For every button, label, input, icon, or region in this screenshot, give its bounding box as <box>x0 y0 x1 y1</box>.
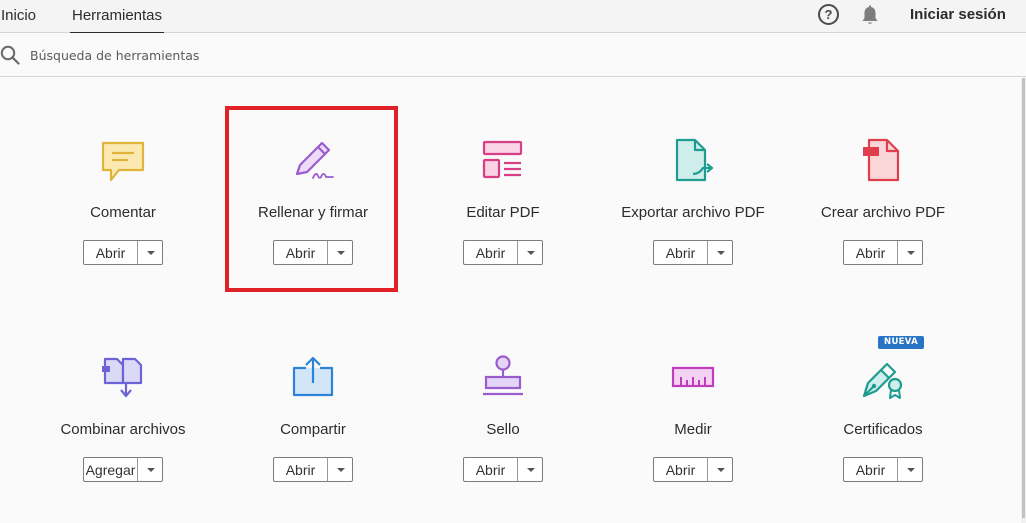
open-button[interactable]: Abrir <box>844 241 898 264</box>
tab-home[interactable]: Inicio <box>1 7 36 24</box>
new-badge: NUEVA <box>878 336 924 349</box>
open-button[interactable]: Abrir <box>464 241 518 264</box>
tool-action-split-button: Abrir <box>463 457 543 482</box>
open-button[interactable]: Abrir <box>274 458 328 481</box>
tool-card-comment: Comentar Abrir <box>28 138 218 298</box>
open-button[interactable]: Abrir <box>464 458 518 481</box>
chevron-down-icon[interactable] <box>898 241 922 264</box>
tool-card-edit-pdf: Editar PDF Abrir <box>408 138 598 298</box>
measure-icon <box>671 355 715 399</box>
tool-card-create-pdf: Crear archivo PDF Abrir <box>788 138 978 298</box>
open-button[interactable]: Abrir <box>844 458 898 481</box>
help-icon[interactable]: ? <box>818 4 839 25</box>
tool-name: Comentar <box>90 204 156 221</box>
tool-card-measure: Medir Abrir <box>598 355 788 515</box>
scrollbar-thumb[interactable] <box>1022 78 1025 518</box>
export-pdf-icon <box>671 138 715 182</box>
add-button[interactable]: Agregar <box>84 458 138 481</box>
search-icon <box>0 45 20 65</box>
tool-action-split-button: Abrir <box>273 457 353 482</box>
top-nav-bar: Inicio Herramientas ? Iniciar sesión <box>0 0 1026 34</box>
open-button[interactable]: Abrir <box>654 458 708 481</box>
tool-name: Compartir <box>280 421 346 438</box>
chevron-down-icon[interactable] <box>328 458 352 481</box>
create-pdf-icon <box>861 138 905 182</box>
chevron-down-icon[interactable] <box>898 458 922 481</box>
open-button[interactable]: Abrir <box>84 241 138 264</box>
share-icon <box>291 355 335 399</box>
tool-card-export-pdf: Exportar archivo PDF Abrir <box>598 138 788 298</box>
tool-card-stamp: Sello Abrir <box>408 355 598 515</box>
tool-action-split-button: Abrir <box>843 457 923 482</box>
certificates-icon <box>861 355 905 399</box>
combine-files-icon <box>101 355 145 399</box>
tools-center: Inicio Herramientas ? Iniciar sesión Bús… <box>0 0 1026 523</box>
tool-card-share: Compartir Abrir <box>218 355 408 515</box>
tool-action-split-button: Abrir <box>843 240 923 265</box>
search-input[interactable] <box>30 44 630 66</box>
chevron-down-icon[interactable] <box>138 241 162 264</box>
tool-name: Editar PDF <box>466 204 540 221</box>
sign-in-link[interactable]: Iniciar sesión <box>910 6 1006 23</box>
chevron-down-icon[interactable] <box>708 241 732 264</box>
tool-name: Medir <box>674 421 712 438</box>
tool-card-combine-files: Combinar archivos Agregar <box>28 355 218 515</box>
edit-pdf-icon <box>481 138 525 182</box>
tool-action-split-button: Abrir <box>463 240 543 265</box>
bell-icon[interactable] <box>859 4 881 26</box>
open-button[interactable]: Abrir <box>654 241 708 264</box>
tool-name: Certificados <box>843 421 923 438</box>
tool-action-split-button: Abrir <box>653 240 733 265</box>
chevron-down-icon[interactable] <box>518 458 542 481</box>
tool-action-split-button: Abrir <box>83 240 163 265</box>
tool-action-split-button: Abrir <box>653 457 733 482</box>
chevron-down-icon[interactable] <box>518 241 542 264</box>
search-bar <box>0 33 1026 77</box>
highlight-frame <box>225 106 398 292</box>
tool-card-certificates: Certificados Abrir <box>788 355 978 515</box>
tool-name: Crear archivo PDF <box>820 204 946 221</box>
tab-tools[interactable]: Herramientas <box>69 7 165 34</box>
comment-icon <box>101 138 145 182</box>
tool-action-split-button: Agregar <box>83 457 163 482</box>
chevron-down-icon[interactable] <box>708 458 732 481</box>
stamp-icon <box>481 355 525 399</box>
chevron-down-icon[interactable] <box>138 458 162 481</box>
tool-name: Exportar archivo PDF <box>621 204 765 221</box>
tool-name: Sello <box>486 421 520 438</box>
tool-name: Combinar archivos <box>60 421 186 438</box>
